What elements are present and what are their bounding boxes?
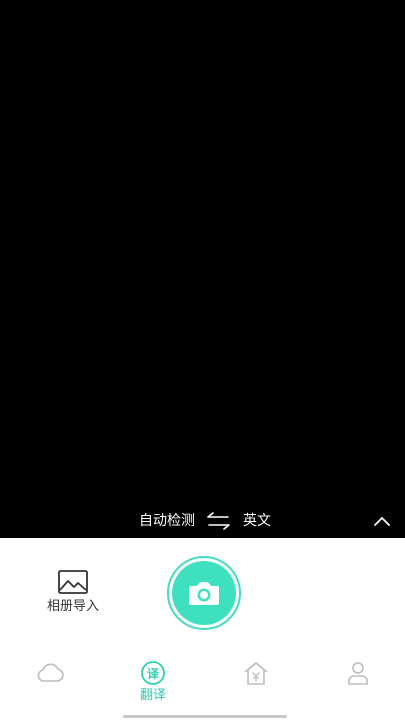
- translate-icon: 译: [141, 661, 165, 685]
- person-icon: [348, 662, 368, 685]
- nav-item-cloud[interactable]: [26, 660, 76, 710]
- nav-item-profile[interactable]: [333, 660, 383, 710]
- nav-label-translate: 翻译: [139, 688, 166, 703]
- album-import-button[interactable]: 相册导入: [40, 570, 106, 620]
- bottom-navigation: 译 翻译: [0, 660, 405, 710]
- source-language-selector[interactable]: 自动检测: [139, 512, 195, 530]
- target-language-selector[interactable]: 英文: [243, 512, 271, 530]
- cloud-icon: [37, 663, 64, 682]
- album-import-label: 相册导入: [46, 599, 99, 614]
- shutter-inner: [172, 561, 236, 625]
- svg-text:译: 译: [147, 667, 160, 681]
- image-icon: [58, 570, 88, 594]
- home-yen-icon: [244, 662, 268, 685]
- nav-item-home[interactable]: [231, 660, 281, 710]
- shutter-button[interactable]: [167, 556, 241, 630]
- home-indicator: [123, 715, 287, 718]
- language-bar: 自动检测 英文: [0, 505, 405, 538]
- chevron-up-icon[interactable]: [373, 514, 391, 528]
- nav-item-translate[interactable]: 译 翻译: [128, 660, 178, 710]
- swap-arrows-icon[interactable]: [206, 512, 231, 530]
- camera-viewfinder[interactable]: [0, 0, 405, 538]
- camera-icon: [189, 582, 219, 605]
